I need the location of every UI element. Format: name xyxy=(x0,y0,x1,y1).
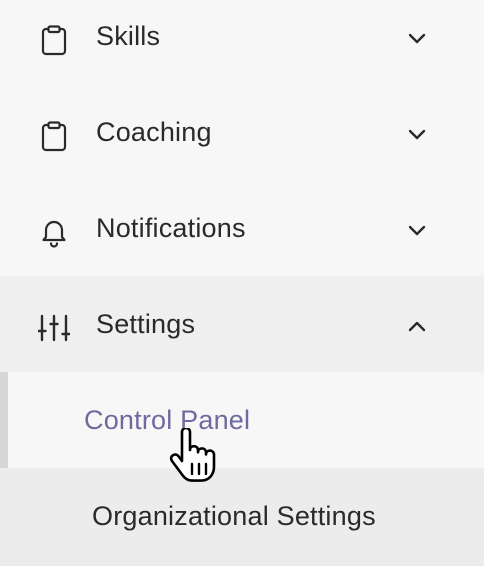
chevron-down-icon xyxy=(404,26,430,52)
sidebar-item-skills[interactable]: Skills xyxy=(0,0,484,84)
submenu-item-label: Organizational Settings xyxy=(92,501,376,531)
sidebar-item-notifications[interactable]: Notifications xyxy=(0,180,484,276)
submenu-item-control-panel[interactable]: Control Panel xyxy=(0,372,484,468)
sidebar-item-label: Coaching xyxy=(96,117,212,147)
chevron-up-icon xyxy=(404,314,430,340)
chevron-down-icon xyxy=(404,218,430,244)
sidebar-item-label: Notifications xyxy=(96,213,246,243)
sliders-icon xyxy=(38,312,70,344)
sidebar-item-label: Settings xyxy=(96,309,196,339)
clipboard-icon xyxy=(38,24,70,56)
sidebar-item-coaching[interactable]: Coaching xyxy=(0,84,484,180)
submenu-item-organizational-settings[interactable]: Organizational Settings xyxy=(0,468,484,566)
chevron-down-icon xyxy=(404,122,430,148)
sidebar-nav: Skills Coaching Notifications Settings C… xyxy=(0,0,484,566)
submenu-item-label: Control Panel xyxy=(84,405,251,435)
sidebar-item-settings[interactable]: Settings xyxy=(0,276,484,372)
sidebar-item-label: Skills xyxy=(96,21,161,51)
bell-icon xyxy=(38,216,70,248)
clipboard-icon xyxy=(38,120,70,152)
active-indicator xyxy=(0,372,8,468)
